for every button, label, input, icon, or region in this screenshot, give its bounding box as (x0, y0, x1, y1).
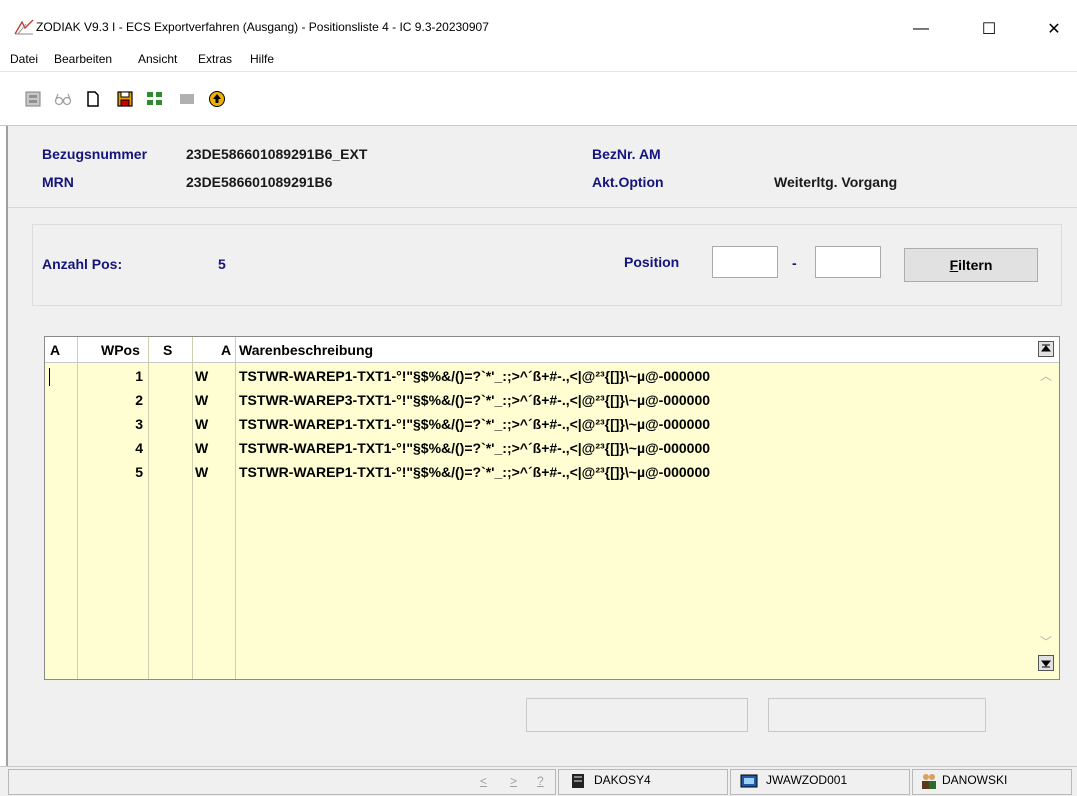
cell-a: W (195, 392, 209, 408)
workstation-icon (740, 774, 758, 788)
system-name: DAKOSY4 (594, 773, 651, 787)
column-header-a2[interactable]: A (221, 342, 231, 358)
cell-description: TSTWR-WAREP1-TXT1-°!"§$%&/()=?`*'_:;>^´ß… (239, 368, 711, 384)
column-header-warenbeschreibung[interactable]: Warenbeschreibung (239, 342, 373, 358)
column-header-s[interactable]: S (163, 342, 172, 358)
status-bar: < > ? DAKOSY4 JWAWZOD001 DANOWSKI (0, 766, 1077, 796)
position-dash: - (792, 255, 797, 271)
position-to-input[interactable] (815, 246, 881, 278)
nav-help-link[interactable]: ? (537, 774, 544, 788)
minimize-button[interactable]: — (898, 14, 944, 44)
filtern-label: iltern (958, 257, 993, 273)
server-icon (572, 774, 584, 788)
cell-a: W (195, 464, 209, 480)
nav-next-link[interactable]: > (510, 774, 517, 788)
new-document-icon[interactable] (84, 90, 102, 108)
column-header-a[interactable]: A (50, 342, 60, 358)
menu-extras[interactable]: Extras (198, 52, 232, 66)
mrn-label: MRN (42, 174, 74, 190)
scroll-bottom-icon (1041, 660, 1051, 668)
menu-ansicht[interactable]: Ansicht (138, 52, 177, 66)
close-icon: ✕ (1047, 21, 1061, 38)
cell-wpos: 2 (135, 392, 143, 408)
minimize-icon: — (913, 20, 929, 37)
user-name: DANOWSKI (942, 773, 1008, 787)
cell-wpos: 5 (135, 464, 143, 480)
beznr-am-label: BezNr. AM (592, 146, 661, 162)
close-button[interactable]: ✕ (1031, 14, 1077, 44)
cell-wpos: 4 (135, 440, 143, 456)
title-bar: ZODIAK V9.3 I - ECS Exportverfahren (Aus… (0, 0, 1077, 48)
print-icon[interactable] (24, 90, 42, 108)
mrn-value: 23DE586601089291B6 (186, 174, 333, 190)
cell-a: W (195, 440, 209, 456)
column-header-wpos[interactable]: WPos (101, 342, 140, 358)
anzahl-pos-label: Anzahl Pos: (42, 256, 123, 272)
maximize-icon: ☐ (981, 21, 997, 38)
status-panel-main (8, 769, 556, 795)
cell-description: TSTWR-WAREP1-TXT1-°!"§$%&/()=?`*'_:;>^´ß… (239, 416, 711, 432)
save-icon[interactable] (116, 90, 134, 108)
table-row[interactable]: 4 W TSTWR-WAREP1-TXT1-°!"§$%&/()=?`*'_:;… (45, 437, 1035, 461)
scroll-bottom-button[interactable] (1038, 655, 1054, 671)
menu-bar: Datei Bearbeiten Ansicht Extras Hilfe (0, 48, 1077, 72)
bezugsnummer-label: Bezugsnummer (42, 146, 148, 162)
table-row[interactable]: 3 W TSTWR-WAREP1-TXT1-°!"§$%&/()=?`*'_:;… (45, 413, 1035, 437)
table-row[interactable]: 1 W TSTWR-WAREP1-TXT1-°!"§$%&/()=?`*'_:;… (45, 365, 1035, 389)
cell-a: W (195, 416, 209, 432)
glasses-icon[interactable] (54, 90, 72, 108)
filtern-button[interactable]: Filtern (904, 248, 1038, 282)
position-from-input[interactable] (712, 246, 778, 278)
scroll-up-icon[interactable]: ︿ (1040, 367, 1052, 384)
status-field-left (526, 698, 748, 732)
workstation-name: JWAWZOD001 (766, 773, 848, 787)
grid-header (45, 337, 1059, 363)
scroll-down-icon[interactable]: ﹀ (1040, 633, 1052, 650)
cell-description: TSTWR-WAREP3-TXT1-°!"§$%&/()=?`*'_:;>^´ß… (239, 392, 711, 408)
menu-datei[interactable]: Datei (10, 52, 38, 66)
users-icon (922, 774, 936, 789)
nav-prev-link[interactable]: < (480, 774, 487, 788)
bezugsnummer-value: 23DE586601089291B6_EXT (186, 146, 368, 162)
scroll-top-button[interactable] (1038, 341, 1054, 357)
window-title: ZODIAK V9.3 I - ECS Exportverfahren (Aus… (36, 20, 489, 34)
akt-option-value: Weiterltg. Vorgang (774, 174, 898, 190)
cell-wpos: 1 (135, 368, 143, 384)
export-arrow-icon[interactable] (208, 90, 226, 108)
positions-grid[interactable]: A WPos S A Warenbeschreibung 1 W TSTWR-W… (44, 336, 1060, 680)
cell-wpos: 3 (135, 416, 143, 432)
zodiak-logo-icon (14, 19, 34, 35)
position-label: Position (624, 254, 680, 270)
stop-icon[interactable] (178, 90, 196, 108)
menu-hilfe[interactable]: Hilfe (250, 52, 274, 66)
anzahl-pos-value: 5 (218, 256, 226, 272)
table-row[interactable]: 2 W TSTWR-WAREP3-TXT1-°!"§$%&/()=?`*'_:;… (45, 389, 1035, 413)
table-row[interactable]: 5 W TSTWR-WAREP1-TXT1-°!"§$%&/()=?`*'_:;… (45, 461, 1035, 485)
cell-a: W (195, 368, 209, 384)
status-field-right (768, 698, 986, 732)
toolbar (0, 72, 1077, 126)
header-panel (8, 128, 1077, 208)
menu-bearbeiten[interactable]: Bearbeiten (54, 52, 112, 66)
filtern-accel: F (949, 257, 959, 273)
cell-description: TSTWR-WAREP1-TXT1-°!"§$%&/()=?`*'_:;>^´ß… (239, 440, 711, 456)
maximize-button[interactable]: ☐ (966, 14, 1012, 44)
text-cursor (49, 368, 50, 386)
akt-option-label: Akt.Option (592, 174, 664, 190)
scroll-top-icon (1041, 344, 1051, 352)
tree-icon[interactable] (146, 90, 164, 108)
cell-description: TSTWR-WAREP1-TXT1-°!"§$%&/()=?`*'_:;>^´ß… (239, 464, 711, 480)
